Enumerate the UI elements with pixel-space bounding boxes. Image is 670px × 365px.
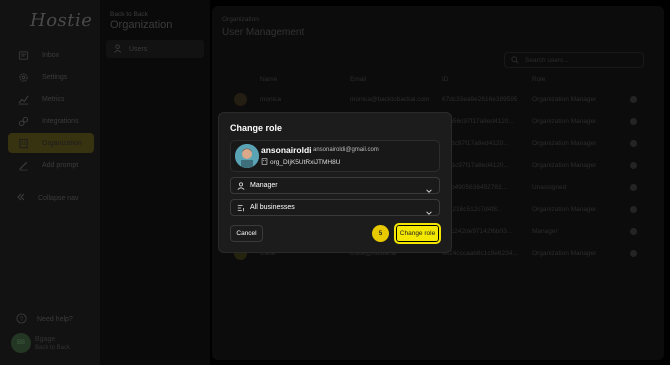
user-name: ansonairoldi bbox=[261, 145, 312, 155]
building-icon bbox=[261, 158, 268, 167]
change-role-button[interactable]: Change role bbox=[394, 223, 441, 244]
business-select-value: All businesses bbox=[250, 204, 295, 211]
chevron-down-icon bbox=[425, 204, 433, 215]
step-badge: 5 bbox=[372, 225, 389, 242]
change-role-dialog: Change role ansonairoldi ansonairoldi@gm… bbox=[218, 112, 452, 253]
list-icon bbox=[237, 204, 245, 212]
dialog-title: Change role bbox=[230, 123, 283, 133]
role-select[interactable]: Manager bbox=[230, 177, 440, 194]
avatar bbox=[235, 144, 259, 168]
role-select-value: Manager bbox=[250, 182, 278, 189]
user-id-text: org_DIjK5UtRxiJTMH8U bbox=[270, 159, 341, 166]
user-email: ansonairoldi@gmail.com bbox=[313, 147, 379, 153]
business-select[interactable]: All businesses bbox=[230, 199, 440, 216]
cancel-button[interactable]: Cancel bbox=[230, 225, 263, 242]
selected-user-card: ansonairoldi ansonairoldi@gmail.com org_… bbox=[230, 140, 440, 172]
user-id: org_DIjK5UtRxiJTMH8U bbox=[261, 158, 340, 167]
user-icon bbox=[237, 181, 245, 190]
app-root: Hostie Inbox Settings Metrics Integratio… bbox=[0, 0, 670, 365]
chevron-down-icon bbox=[425, 182, 433, 193]
